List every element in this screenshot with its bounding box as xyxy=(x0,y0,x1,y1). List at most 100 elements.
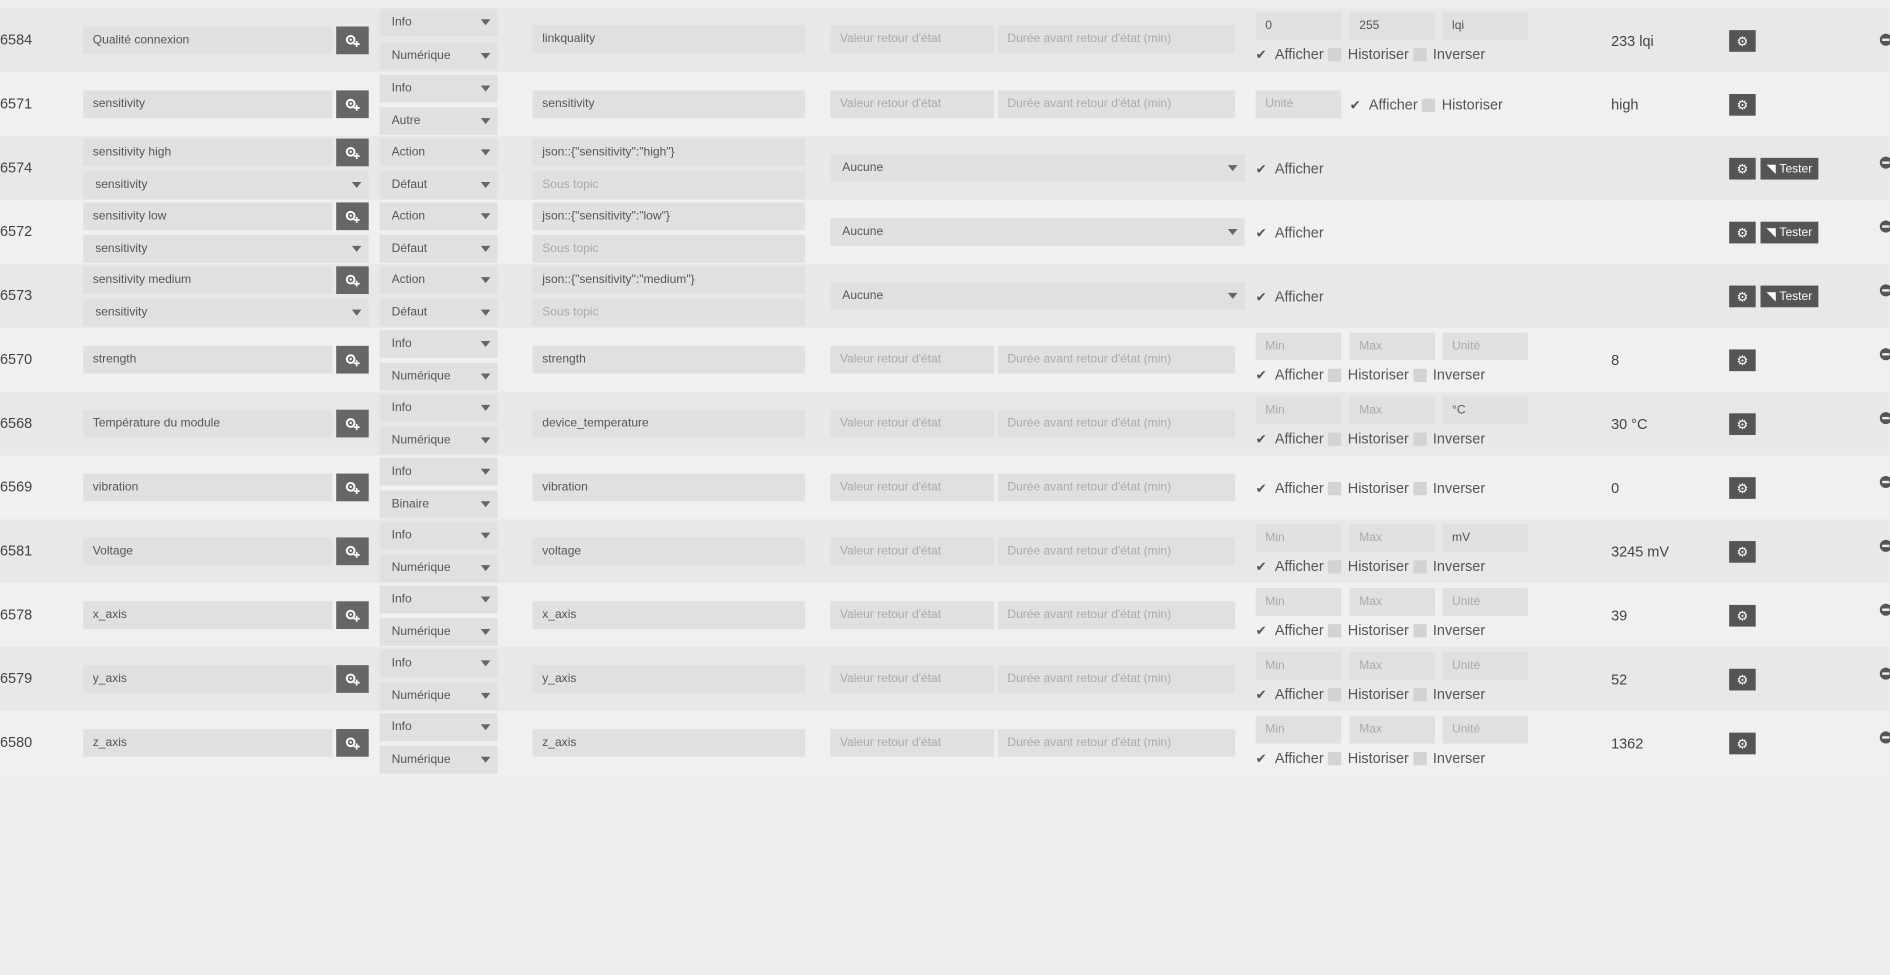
type-select[interactable]: Action xyxy=(379,202,498,231)
min-input[interactable]: Min xyxy=(1255,715,1342,744)
unit-input[interactable]: Unité xyxy=(1255,90,1342,119)
value-select[interactable]: Aucune xyxy=(830,218,1245,246)
type-select[interactable]: Info xyxy=(379,713,498,742)
return-state-input[interactable]: Valeur retour d'état xyxy=(830,473,995,502)
minus-circle-icon[interactable] xyxy=(1879,731,1890,744)
tester-button[interactable]: ◥ Tester xyxy=(1760,157,1819,180)
cogs-icon[interactable]: ⚙ xyxy=(1729,349,1756,372)
afficher-checkbox[interactable]: ✔ Afficher xyxy=(1256,686,1324,703)
inverser-checkbox[interactable]: Inverser xyxy=(1413,480,1485,496)
logical-id-input[interactable]: linkquality xyxy=(532,25,805,54)
logical-id-input[interactable]: device_temperature xyxy=(532,409,805,438)
minus-circle-icon[interactable] xyxy=(1879,284,1890,297)
unit-input[interactable]: Unité xyxy=(1442,588,1528,616)
historiser-checkbox[interactable]: Historiser xyxy=(1328,46,1409,63)
min-input[interactable]: Min xyxy=(1255,332,1342,361)
logical-id-input[interactable]: voltage xyxy=(532,537,805,566)
subtype-select[interactable]: Défaut xyxy=(379,171,498,199)
type-select[interactable]: Info xyxy=(379,649,498,678)
return-state-input[interactable]: Valeur retour d'état xyxy=(830,729,995,757)
afficher-checkbox[interactable]: ✔ Afficher xyxy=(1350,96,1418,113)
type-select[interactable]: Action xyxy=(379,138,498,167)
command-name-input[interactable]: sensitivity high xyxy=(83,138,333,167)
inverser-checkbox[interactable]: Inverser xyxy=(1413,430,1485,447)
type-select[interactable]: Info xyxy=(379,521,498,550)
max-input[interactable]: Max xyxy=(1349,332,1436,361)
afficher-checkbox[interactable]: ✔ Afficher xyxy=(1256,480,1324,497)
cog-plus-icon[interactable] xyxy=(336,409,369,438)
cog-plus-icon[interactable] xyxy=(336,473,369,502)
inverser-checkbox[interactable]: Inverser xyxy=(1413,46,1485,63)
command-name-input[interactable]: y_axis xyxy=(83,665,333,693)
cogs-icon[interactable]: ⚙ xyxy=(1729,541,1756,563)
return-delay-input[interactable]: Durée avant retour d'état (min) xyxy=(997,537,1236,566)
parent-info-select[interactable]: sensitivity xyxy=(83,298,369,327)
tester-button[interactable]: ◥ Tester xyxy=(1760,221,1819,244)
min-input[interactable]: Min xyxy=(1255,396,1342,425)
return-delay-input[interactable]: Durée avant retour d'état (min) xyxy=(997,601,1236,630)
unit-input[interactable]: °C xyxy=(1442,396,1528,425)
return-state-input[interactable]: Valeur retour d'état xyxy=(830,409,995,438)
inverser-checkbox[interactable]: Inverser xyxy=(1413,366,1485,383)
min-input[interactable]: 0 xyxy=(1255,12,1342,40)
afficher-checkbox[interactable]: ✔ Afficher xyxy=(1256,46,1324,63)
subtype-select[interactable]: Numérique xyxy=(379,618,498,646)
historiser-checkbox[interactable]: Historiser xyxy=(1328,750,1409,766)
return-state-input[interactable]: Valeur retour d'état xyxy=(830,665,995,693)
minus-circle-icon[interactable] xyxy=(1879,156,1890,169)
cog-plus-icon[interactable] xyxy=(336,345,369,374)
cog-plus-icon[interactable] xyxy=(336,601,369,630)
afficher-checkbox[interactable]: ✔ Afficher xyxy=(1256,750,1324,767)
minus-circle-icon[interactable] xyxy=(1879,667,1890,680)
tester-button[interactable]: ◥ Tester xyxy=(1760,285,1819,308)
cog-plus-icon[interactable] xyxy=(336,729,369,757)
return-delay-input[interactable]: Durée avant retour d'état (min) xyxy=(997,665,1236,693)
unit-input[interactable]: mV xyxy=(1442,524,1528,552)
type-select[interactable]: Info xyxy=(379,8,498,37)
return-delay-input[interactable]: Durée avant retour d'état (min) xyxy=(997,25,1236,54)
afficher-checkbox[interactable]: ✔ Afficher xyxy=(1256,224,1324,241)
max-input[interactable]: Max xyxy=(1349,651,1436,680)
subtype-select[interactable]: Défaut xyxy=(379,234,498,263)
unit-input[interactable]: Unité xyxy=(1442,651,1528,680)
historiser-checkbox[interactable]: Historiser xyxy=(1328,366,1409,383)
inverser-checkbox[interactable]: Inverser xyxy=(1413,622,1485,639)
return-state-input[interactable]: Valeur retour d'état xyxy=(830,90,995,119)
subtype-select[interactable]: Binaire xyxy=(379,490,498,519)
afficher-checkbox[interactable]: ✔ Afficher xyxy=(1256,160,1324,177)
afficher-checkbox[interactable]: ✔ Afficher xyxy=(1256,622,1324,639)
cog-plus-icon[interactable] xyxy=(336,537,369,566)
cog-plus-icon[interactable] xyxy=(336,138,369,167)
max-input[interactable]: Max xyxy=(1349,715,1436,744)
command-name-input[interactable]: sensitivity medium xyxy=(83,266,333,295)
historiser-checkbox[interactable]: Historiser xyxy=(1328,558,1409,575)
command-name-input[interactable]: Qualité connexion xyxy=(83,26,333,55)
command-name-input[interactable]: z_axis xyxy=(83,729,333,757)
return-delay-input[interactable]: Durée avant retour d'état (min) xyxy=(997,345,1236,374)
minus-circle-icon[interactable] xyxy=(1879,603,1890,616)
cog-plus-icon[interactable] xyxy=(336,90,369,119)
max-input[interactable]: Max xyxy=(1349,524,1436,552)
cog-plus-icon[interactable] xyxy=(336,202,369,231)
afficher-checkbox[interactable]: ✔ Afficher xyxy=(1256,366,1324,383)
cogs-icon[interactable]: ⚙ xyxy=(1729,285,1756,308)
minus-circle-icon[interactable] xyxy=(1879,33,1890,46)
command-name-input[interactable]: vibration xyxy=(83,473,333,502)
return-delay-input[interactable]: Durée avant retour d'état (min) xyxy=(997,90,1236,119)
type-select[interactable]: Info xyxy=(379,585,498,614)
return-state-input[interactable]: Valeur retour d'état xyxy=(830,345,995,374)
type-select[interactable]: Info xyxy=(379,457,498,486)
return-delay-input[interactable]: Durée avant retour d'état (min) xyxy=(997,409,1236,438)
logical-id-input[interactable]: z_axis xyxy=(532,729,805,757)
unit-input[interactable]: lqi xyxy=(1442,12,1528,40)
value-select[interactable]: Aucune xyxy=(830,281,1245,310)
min-input[interactable]: Min xyxy=(1255,524,1342,552)
parent-info-select[interactable]: sensitivity xyxy=(83,171,369,199)
command-name-input[interactable]: Voltage xyxy=(83,537,333,566)
command-name-input[interactable]: x_axis xyxy=(83,601,333,630)
subtype-select[interactable]: Numérique xyxy=(379,554,498,583)
historiser-checkbox[interactable]: Historiser xyxy=(1422,96,1503,113)
max-input[interactable]: Max xyxy=(1349,396,1436,425)
unit-input[interactable]: Unité xyxy=(1442,715,1528,744)
logical-id-input[interactable]: sensitivity xyxy=(532,90,805,119)
